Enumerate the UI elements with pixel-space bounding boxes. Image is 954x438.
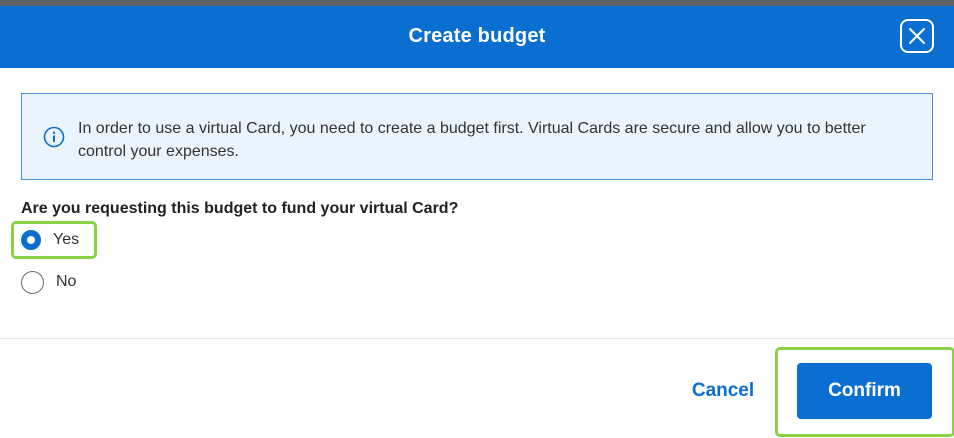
confirm-button[interactable]: Confirm	[797, 363, 932, 419]
dialog-header: Create budget	[0, 6, 954, 68]
radio-no-label: No	[56, 273, 77, 290]
radio-option-yes[interactable]: Yes	[21, 227, 79, 253]
footer-divider	[0, 338, 954, 339]
radio-yes-selected[interactable]	[21, 230, 41, 250]
info-message: In order to use a virtual Card, you need…	[78, 120, 866, 160]
dialog-title: Create budget	[408, 25, 546, 47]
info-banner: In order to use a virtual Card, you need…	[21, 93, 933, 180]
radio-yes-label: Yes	[53, 231, 80, 248]
close-button[interactable]	[900, 19, 934, 53]
close-icon	[909, 28, 925, 44]
question-label: Are you requesting this budget to fund y…	[21, 200, 459, 217]
radio-no-unselected[interactable]	[21, 270, 44, 294]
radio-option-no[interactable]: No	[21, 269, 76, 295]
info-icon	[43, 126, 65, 148]
cancel-button[interactable]: Cancel	[680, 376, 766, 406]
